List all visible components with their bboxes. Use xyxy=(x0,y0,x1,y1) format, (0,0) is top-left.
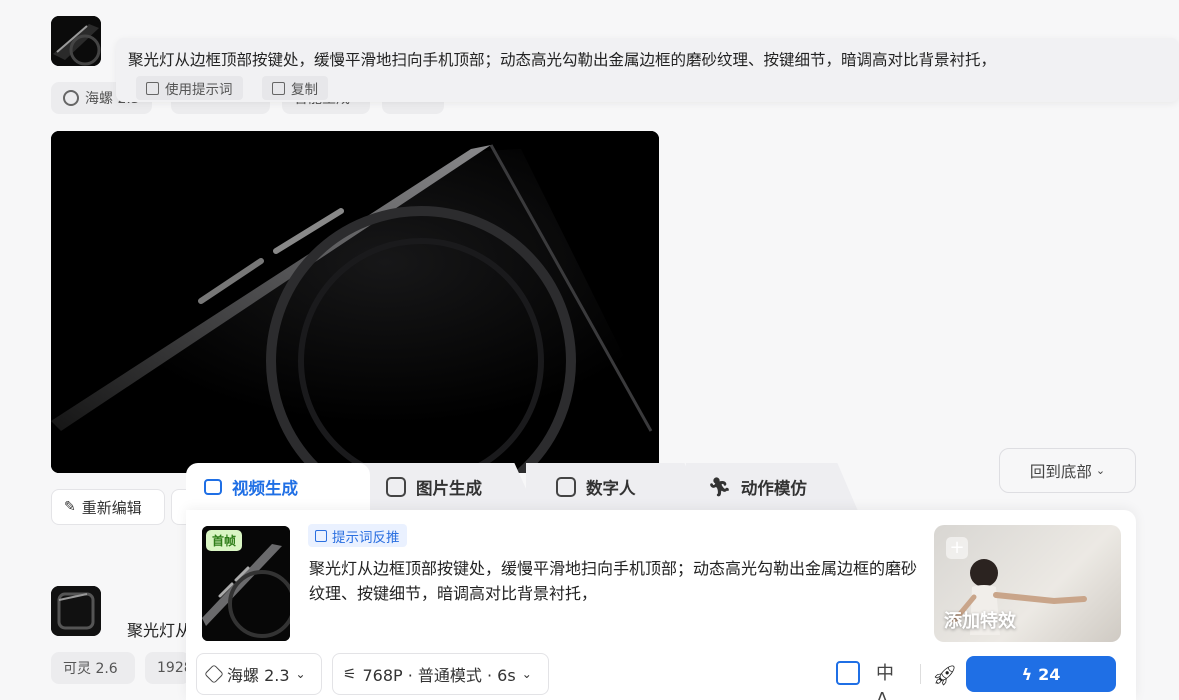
copy-icon xyxy=(272,81,285,95)
model-logo-icon xyxy=(63,90,79,106)
lightning-icon: ϟ xyxy=(1021,664,1033,684)
rocket-icon[interactable]: 🚀︎ xyxy=(932,661,960,689)
chevron-down-icon: ⌄ xyxy=(295,667,306,681)
prompt-input[interactable]: 聚光灯从边框顶部按键处，缓慢平滑地扫向手机顶部；动态高光勾勒出金属边框的磨砂纹理… xyxy=(309,556,924,606)
copy-button[interactable]: 复制 xyxy=(262,76,328,100)
back-to-bottom-button[interactable]: 回到底部 ⌄ xyxy=(999,448,1136,493)
double-chevron-down-icon: ⌄ xyxy=(1095,464,1106,477)
re-edit-button[interactable]: ✎ 重新编辑 xyxy=(51,489,165,525)
add-effect-label: 添加特效 xyxy=(944,611,1016,632)
phone-thumbnail-icon xyxy=(51,586,101,636)
model-select[interactable]: 海螺 2.3 ⌄ xyxy=(196,653,322,695)
avatar-sparkle-icon xyxy=(556,477,576,497)
prompt-tooltip: 聚光灯从边框顶部按键处，缓慢平滑地扫向手机顶部；动态高光勾勒出金属边框的磨砂纹理… xyxy=(116,38,1179,102)
prompt-full-text: 聚光灯从边框顶部按键处，缓慢平滑地扫向手机顶部；动态高光勾勒出金属边框的磨砂纹理… xyxy=(128,51,997,69)
tab-motion-mimic[interactable]: 🏃︎ 动作模仿 xyxy=(686,463,858,511)
reverse-prompt-button[interactable]: 提示词反推 xyxy=(308,524,407,547)
plus-icon: + xyxy=(946,537,968,559)
edit-square-icon xyxy=(315,529,327,542)
sliders-icon: ⚟ xyxy=(343,665,357,683)
resolution-chip-2: 1928 xyxy=(145,652,193,684)
add-effect-card[interactable]: + 添加特效 xyxy=(934,525,1121,642)
history-thumbnail[interactable] xyxy=(51,16,101,66)
phone-thumbnail-icon xyxy=(51,16,101,66)
history-thumbnail-2[interactable] xyxy=(51,586,101,636)
cube-icon xyxy=(204,664,224,684)
tab-video-generation[interactable]: 视频生成 xyxy=(186,463,370,511)
use-prompt-button[interactable]: 使用提示词 xyxy=(136,76,243,100)
model-chip-2: 可灵 2.6 xyxy=(51,652,135,684)
first-frame-image[interactable]: 首帧 xyxy=(202,526,290,641)
generated-video-preview[interactable] xyxy=(51,131,659,473)
phone-closeup-image xyxy=(51,131,659,473)
first-frame-badge: 首帧 xyxy=(206,530,243,551)
translate-icon[interactable]: 中A xyxy=(876,661,902,700)
video-camera-icon xyxy=(204,479,222,495)
mode-tabs: 🏃︎ 动作模仿 数字人 图片生成 视频生成 xyxy=(186,463,866,511)
chevron-down-icon: ⌄ xyxy=(521,667,532,681)
divider xyxy=(920,664,921,684)
generate-button[interactable]: ϟ 24 xyxy=(966,656,1116,692)
running-person-icon: 🏃︎ xyxy=(708,476,731,498)
settings-select[interactable]: ⚟ 768P · 普通模式 · 6s ⌄ xyxy=(332,653,549,695)
text-icon xyxy=(146,81,159,95)
pencil-icon: ✎ xyxy=(64,499,76,515)
image-icon xyxy=(386,477,406,497)
prompt-edit-icon[interactable] xyxy=(836,661,860,685)
history-prompt-snippet: 聚光灯从 xyxy=(127,621,192,640)
tab-image-generation[interactable]: 图片生成 xyxy=(356,463,536,511)
tab-digital-human[interactable]: 数字人 xyxy=(526,463,706,511)
